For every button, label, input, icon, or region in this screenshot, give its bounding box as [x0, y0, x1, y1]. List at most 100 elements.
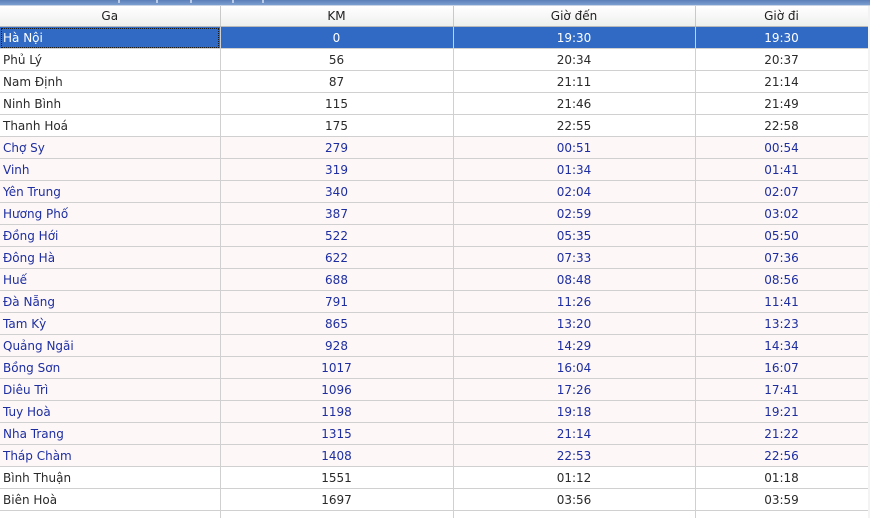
- table-row[interactable]: Thanh Hoá 175 22:55 22:58: [0, 114, 869, 137]
- km-cell[interactable]: 279: [220, 136, 454, 159]
- departure-cell[interactable]: 07:36: [695, 246, 869, 269]
- arrival-cell[interactable]: 21:46: [453, 92, 696, 115]
- km-cell[interactable]: 115: [220, 92, 454, 115]
- station-cell[interactable]: Đồng Hới: [0, 224, 221, 247]
- column-header-station[interactable]: Ga: [0, 6, 221, 27]
- station-cell[interactable]: Vinh: [0, 158, 221, 181]
- arrival-cell[interactable]: 03:56: [453, 488, 696, 511]
- table-row[interactable]: Vinh 319 01:34 01:41: [0, 158, 869, 181]
- km-cell[interactable]: 0: [220, 26, 454, 49]
- km-cell[interactable]: [220, 510, 454, 518]
- km-cell[interactable]: 1017: [220, 356, 454, 379]
- station-cell[interactable]: Diêu Trì: [0, 378, 221, 401]
- station-cell[interactable]: Yên Trung: [0, 180, 221, 203]
- table-row[interactable]: Nha Trang 1315 21:14 21:22: [0, 422, 869, 445]
- departure-cell[interactable]: 05:50: [695, 224, 869, 247]
- arrival-cell[interactable]: 19:18: [453, 400, 696, 423]
- station-cell[interactable]: Đông Hà: [0, 246, 221, 269]
- departure-cell[interactable]: 21:49: [695, 92, 869, 115]
- table-row[interactable]: Quảng Ngãi 928 14:29 14:34: [0, 334, 869, 357]
- column-header-departure[interactable]: Giờ đi: [695, 6, 869, 27]
- arrival-cell[interactable]: 16:04: [453, 356, 696, 379]
- station-cell[interactable]: Ninh Bình: [0, 92, 221, 115]
- station-cell[interactable]: Đà Nẵng: [0, 290, 221, 313]
- km-cell[interactable]: 688: [220, 268, 454, 291]
- station-cell[interactable]: Hương Phố: [0, 202, 221, 225]
- station-cell[interactable]: Bình Thuận: [0, 466, 221, 489]
- arrival-cell[interactable]: 19:30: [453, 26, 696, 49]
- table-row[interactable]: Bồng Sơn 1017 16:04 16:07: [0, 356, 869, 379]
- table-row[interactable]: [0, 510, 869, 518]
- km-cell[interactable]: 1096: [220, 378, 454, 401]
- departure-cell[interactable]: 01:41: [695, 158, 869, 181]
- km-cell[interactable]: 1408: [220, 444, 454, 467]
- arrival-cell[interactable]: 05:35: [453, 224, 696, 247]
- departure-cell[interactable]: 22:58: [695, 114, 869, 137]
- km-cell[interactable]: 1551: [220, 466, 454, 489]
- table-row[interactable]: Tam Kỳ 865 13:20 13:23: [0, 312, 869, 335]
- arrival-cell[interactable]: [453, 510, 696, 518]
- station-cell[interactable]: Thanh Hoá: [0, 114, 221, 137]
- station-cell[interactable]: Hà Nội: [0, 26, 221, 49]
- arrival-cell[interactable]: 22:53: [453, 444, 696, 467]
- departure-cell[interactable]: 16:07: [695, 356, 869, 379]
- column-header-km[interactable]: KM: [220, 6, 454, 27]
- station-cell[interactable]: Tam Kỳ: [0, 312, 221, 335]
- table-row[interactable]: Bình Thuận 1551 01:12 01:18: [0, 466, 869, 489]
- station-cell[interactable]: Tuy Hoà: [0, 400, 221, 423]
- km-cell[interactable]: 1315: [220, 422, 454, 445]
- arrival-cell[interactable]: 21:11: [453, 70, 696, 93]
- departure-cell[interactable]: 03:59: [695, 488, 869, 511]
- arrival-cell[interactable]: 21:14: [453, 422, 696, 445]
- departure-cell[interactable]: 20:37: [695, 48, 869, 71]
- table-row[interactable]: Tuy Hoà 1198 19:18 19:21: [0, 400, 869, 423]
- km-cell[interactable]: 928: [220, 334, 454, 357]
- table-row[interactable]: Đà Nẵng 791 11:26 11:41: [0, 290, 869, 313]
- arrival-cell[interactable]: 11:26: [453, 290, 696, 313]
- departure-cell[interactable]: 01:18: [695, 466, 869, 489]
- column-header-arrival[interactable]: Giờ đến: [453, 6, 696, 27]
- arrival-cell[interactable]: 14:29: [453, 334, 696, 357]
- km-cell[interactable]: 175: [220, 114, 454, 137]
- station-cell[interactable]: Nam Định: [0, 70, 221, 93]
- departure-cell[interactable]: 19:21: [695, 400, 869, 423]
- table-row[interactable]: Phủ Lý 56 20:34 20:37: [0, 48, 869, 71]
- departure-cell[interactable]: [695, 510, 869, 518]
- departure-cell[interactable]: 03:02: [695, 202, 869, 225]
- table-row[interactable]: Nam Định 87 21:11 21:14: [0, 70, 869, 93]
- km-cell[interactable]: 1697: [220, 488, 454, 511]
- arrival-cell[interactable]: 20:34: [453, 48, 696, 71]
- km-cell[interactable]: 319: [220, 158, 454, 181]
- arrival-cell[interactable]: 17:26: [453, 378, 696, 401]
- station-cell[interactable]: Nha Trang: [0, 422, 221, 445]
- table-row[interactable]: Yên Trung 340 02:04 02:07: [0, 180, 869, 203]
- arrival-cell[interactable]: 02:04: [453, 180, 696, 203]
- departure-cell[interactable]: 17:41: [695, 378, 869, 401]
- arrival-cell[interactable]: 08:48: [453, 268, 696, 291]
- arrival-cell[interactable]: 01:34: [453, 158, 696, 181]
- arrival-cell[interactable]: 00:51: [453, 136, 696, 159]
- station-cell[interactable]: Bồng Sơn: [0, 356, 221, 379]
- station-cell[interactable]: Biên Hoà: [0, 488, 221, 511]
- departure-cell[interactable]: 21:14: [695, 70, 869, 93]
- station-cell[interactable]: [0, 510, 221, 518]
- station-cell[interactable]: Phủ Lý: [0, 48, 221, 71]
- km-cell[interactable]: 622: [220, 246, 454, 269]
- arrival-cell[interactable]: 01:12: [453, 466, 696, 489]
- table-row[interactable]: Ninh Bình 115 21:46 21:49: [0, 92, 869, 115]
- table-row[interactable]: Hà Nội 0 19:30 19:30: [0, 26, 869, 49]
- departure-cell[interactable]: 02:07: [695, 180, 869, 203]
- departure-cell[interactable]: 19:30: [695, 26, 869, 49]
- km-cell[interactable]: 340: [220, 180, 454, 203]
- station-cell[interactable]: Huế: [0, 268, 221, 291]
- departure-cell[interactable]: 22:56: [695, 444, 869, 467]
- departure-cell[interactable]: 14:34: [695, 334, 869, 357]
- table-row[interactable]: Đông Hà 622 07:33 07:36: [0, 246, 869, 269]
- km-cell[interactable]: 865: [220, 312, 454, 335]
- arrival-cell[interactable]: 22:55: [453, 114, 696, 137]
- km-cell[interactable]: 1198: [220, 400, 454, 423]
- table-row[interactable]: Đồng Hới 522 05:35 05:50: [0, 224, 869, 247]
- table-row[interactable]: Huế 688 08:48 08:56: [0, 268, 869, 291]
- km-cell[interactable]: 387: [220, 202, 454, 225]
- departure-cell[interactable]: 00:54: [695, 136, 869, 159]
